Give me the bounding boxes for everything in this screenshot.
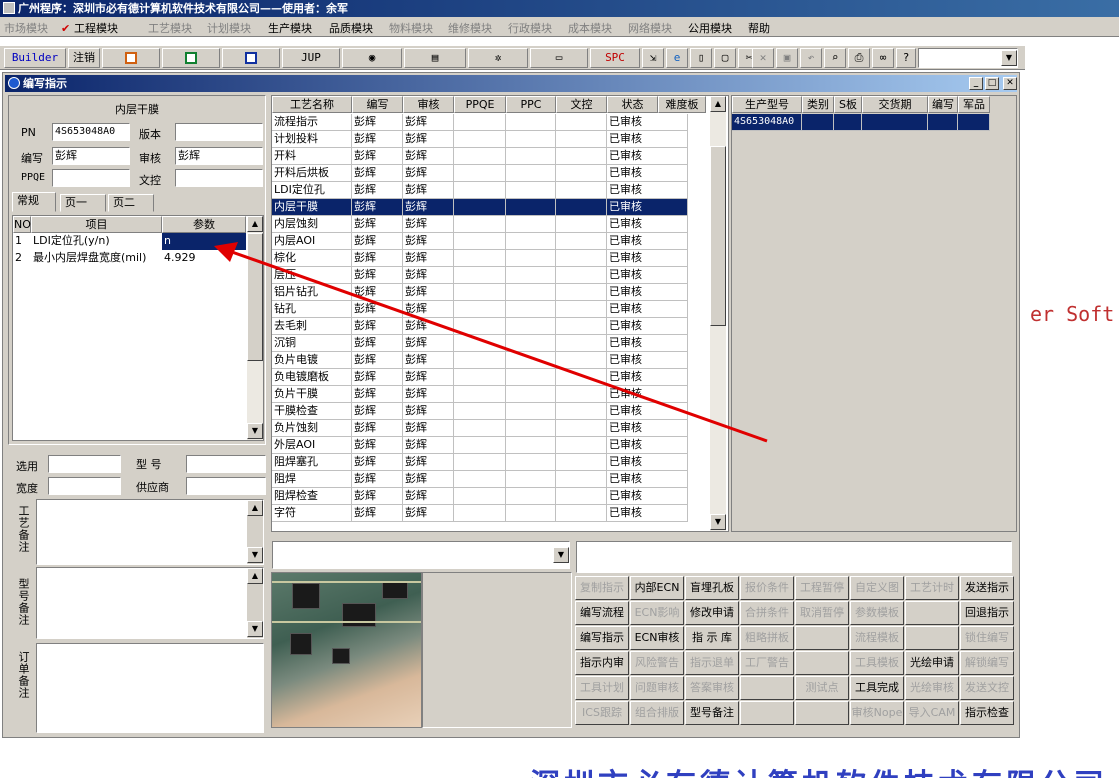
annotation-arrow-layer (214, 242, 768, 443)
tab-general[interactable]: 常规 (12, 192, 56, 212)
annotation-arrow-line (231, 250, 768, 443)
